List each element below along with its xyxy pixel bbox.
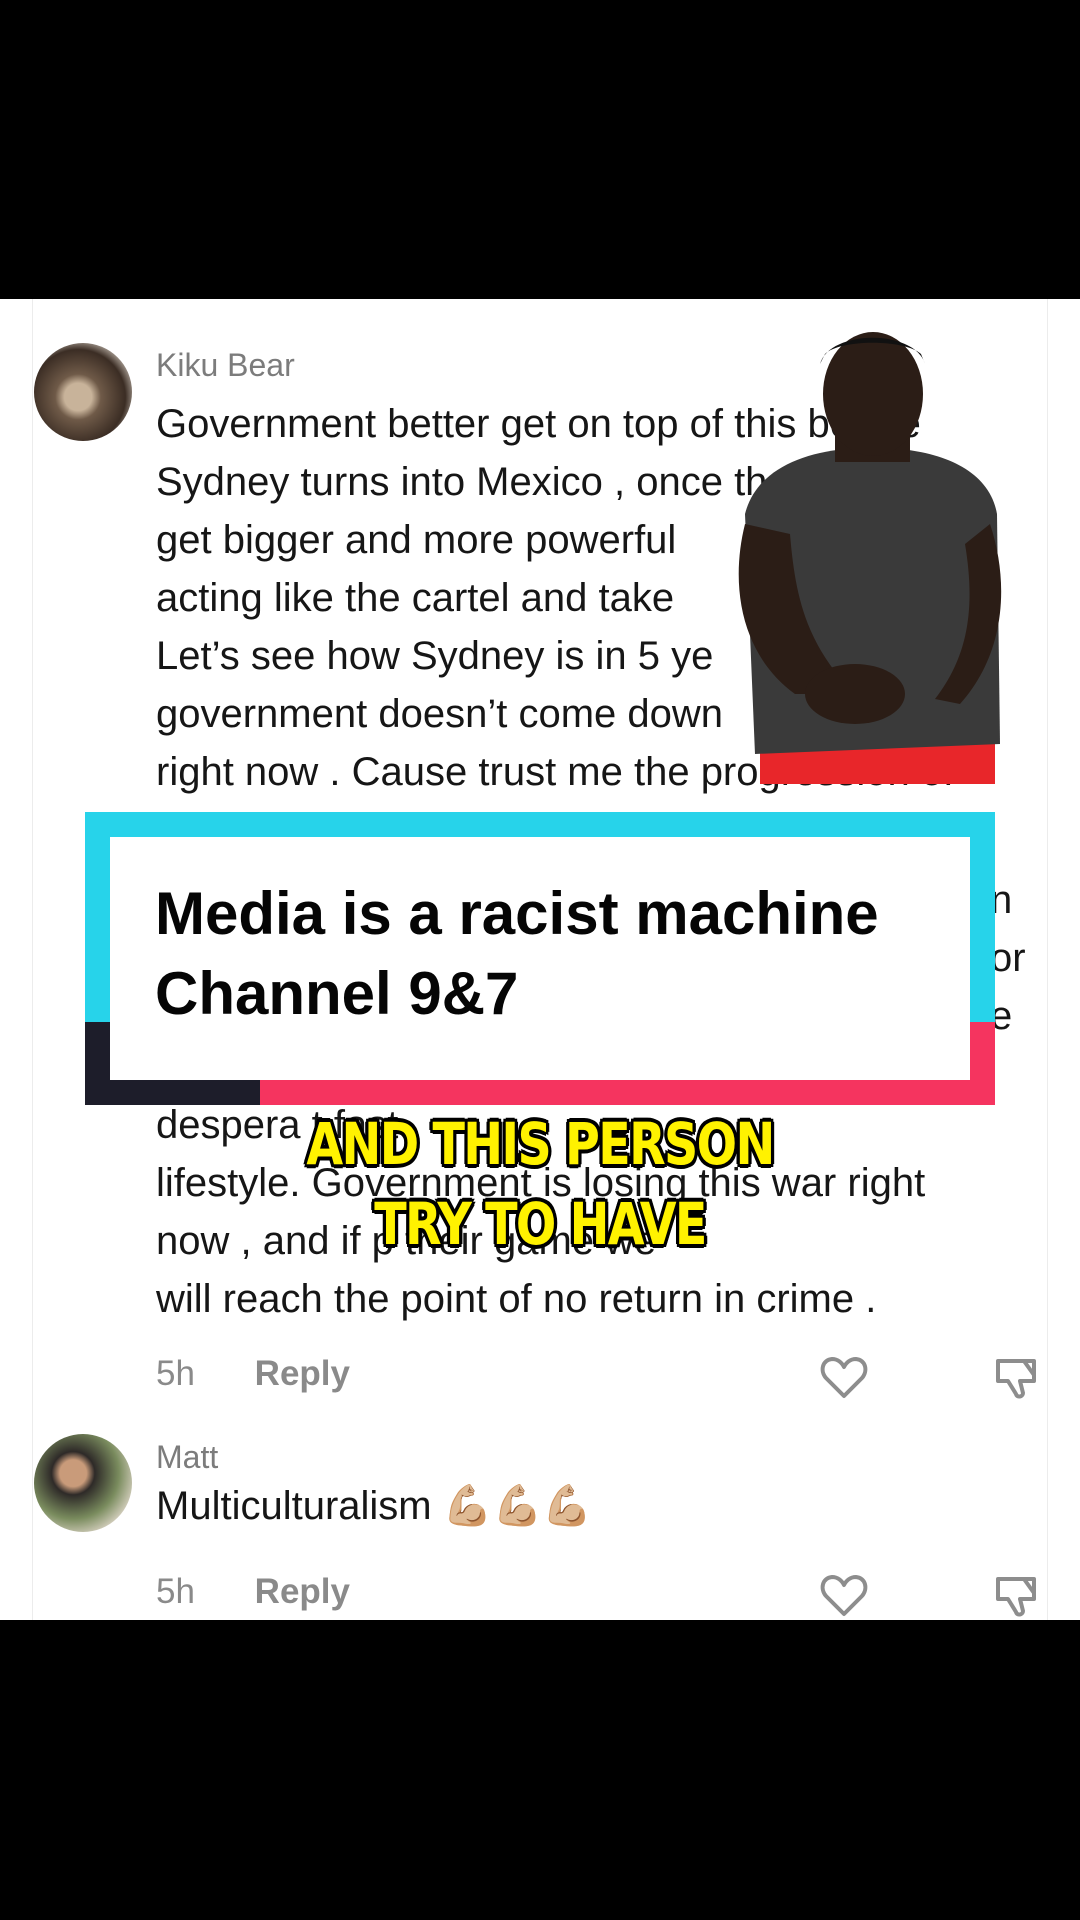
dislike-icon[interactable] (990, 1351, 1042, 1403)
comment-username[interactable]: Kiku Bear (156, 347, 295, 384)
reply-button[interactable]: Reply (255, 1572, 350, 1611)
avatar[interactable] (34, 343, 132, 441)
comment-meta: 5h Reply (156, 1572, 350, 1612)
video-caption-line-2: TRY TO HAVE (374, 1190, 707, 1258)
title-card: Media is a racist machine Channel 9&7 (85, 812, 995, 1105)
text-fragment: or (990, 936, 1026, 980)
panel-left-edge (32, 299, 33, 1620)
title-line-2: Channel 9&7 (155, 960, 519, 1027)
dislike-icon[interactable] (990, 1569, 1042, 1620)
heart-icon[interactable] (818, 1351, 870, 1403)
heart-icon[interactable] (818, 1569, 870, 1620)
reply-button[interactable]: Reply (255, 1354, 350, 1393)
comment-meta: 5h Reply (156, 1354, 350, 1394)
comment-time: 5h (156, 1572, 195, 1611)
comment-text: Multiculturalism 💪🏼💪🏼💪🏼 (156, 1484, 593, 1528)
title-line-1: Media is a racist machine (155, 880, 879, 947)
title-box: Media is a racist machine Channel 9&7 (110, 837, 970, 1080)
comment-username[interactable]: Matt (156, 1439, 218, 1476)
text-fragment: e (990, 994, 1013, 1038)
video-caption-line-1: AND THIS PERSON (306, 1110, 775, 1178)
avatar[interactable] (34, 1434, 132, 1532)
comment-time: 5h (156, 1354, 195, 1393)
creator-video-overlay (738, 332, 1002, 784)
text-fragment: n (990, 878, 1013, 922)
